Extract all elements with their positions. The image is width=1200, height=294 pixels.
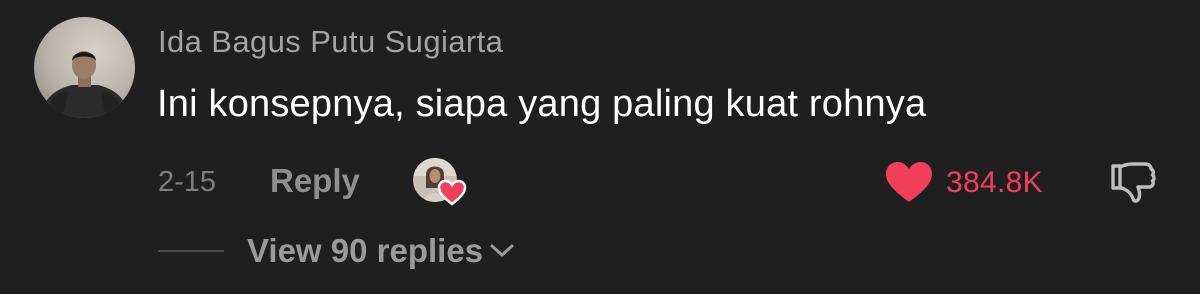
dislike-button[interactable] <box>1108 158 1158 208</box>
heart-icon <box>886 162 932 202</box>
commenter-avatar[interactable] <box>34 17 135 118</box>
comment-date: 2-15 <box>158 166 217 198</box>
like-count: 384.8K <box>946 166 1043 199</box>
view-replies-button[interactable]: View 90 replies <box>247 232 515 270</box>
thumbs-down-icon <box>1111 162 1156 203</box>
liked-by-creator-badge <box>413 158 469 208</box>
commenter-username[interactable]: Ida Bagus Putu Sugiarta <box>158 24 503 60</box>
chevron-down-icon <box>490 244 514 257</box>
view-replies-label: View 90 replies <box>247 232 484 269</box>
comment-actions-row: 2-15 Reply 384.8K <box>0 154 1200 210</box>
replies-divider <box>158 250 224 252</box>
view-replies-row: View 90 replies <box>0 226 1200 276</box>
creator-liked-heart-icon <box>437 179 467 206</box>
comment-text: Ini konsepnya, siapa yang paling kuat ro… <box>157 83 927 125</box>
reply-button[interactable]: Reply <box>270 162 360 200</box>
